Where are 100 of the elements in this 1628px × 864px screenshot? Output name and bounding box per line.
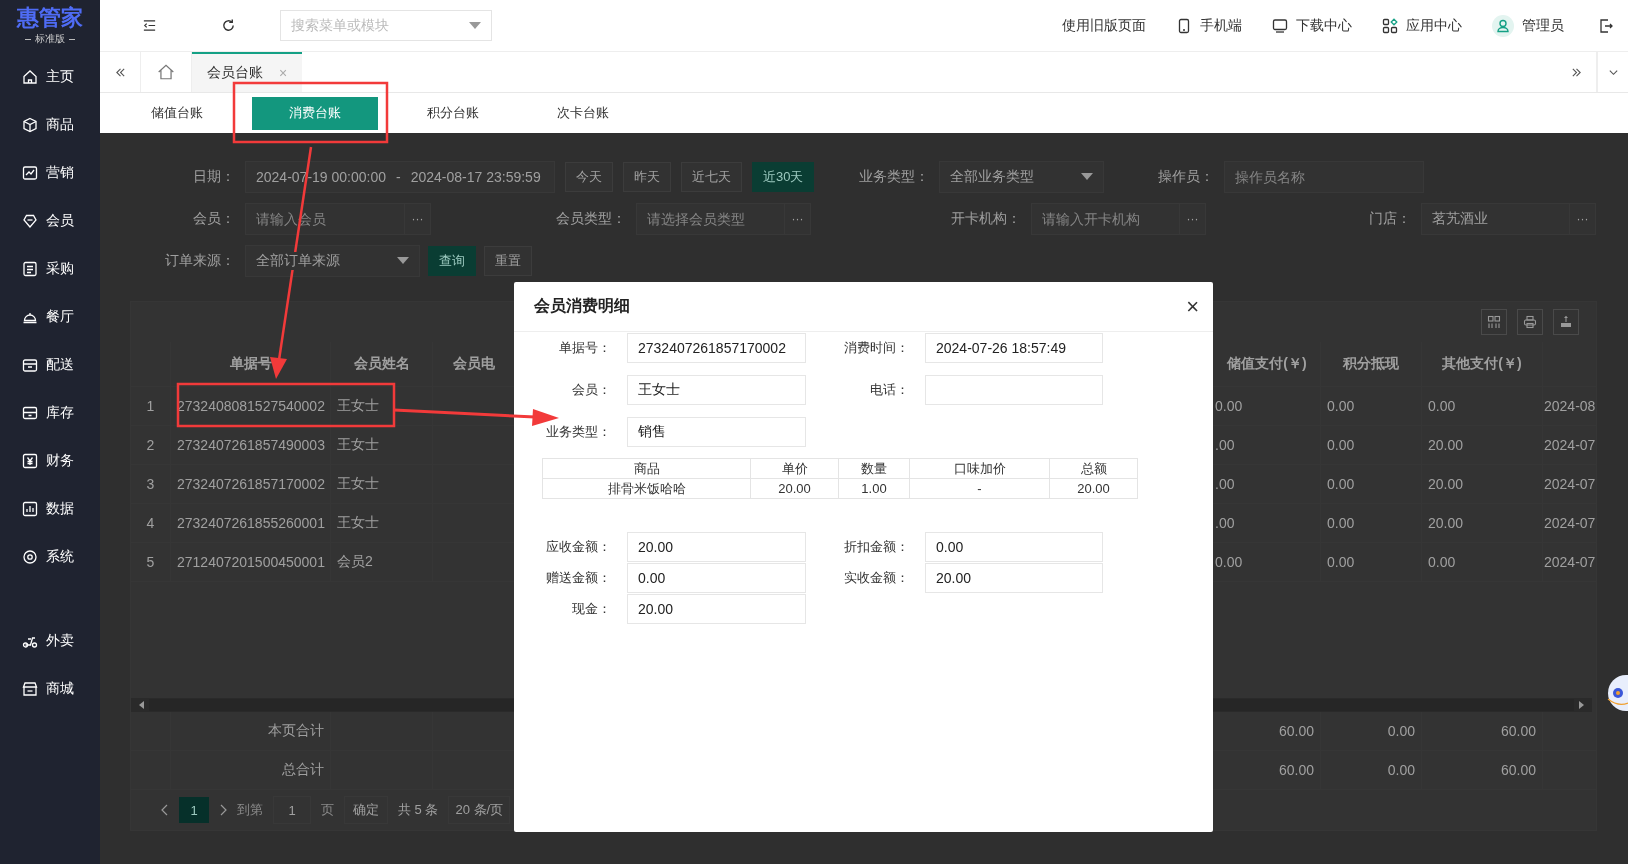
sidebar-item[interactable]: 会员 [0,197,100,245]
order-source-select[interactable]: 全部订单来源 [245,245,420,277]
detail-field[interactable]: 2024-07-26 18:57:49 [925,333,1103,363]
print-button[interactable] [1517,309,1543,335]
amount-field[interactable]: 20.00 [627,532,806,562]
sidebar-item[interactable]: 主页 [0,53,100,101]
table-cell-text: 2024-07 [1543,514,1596,533]
scroll-left-icon [139,701,145,709]
sidebar-item[interactable]: 商城 [0,665,100,713]
table-cell: 60.00 [1422,712,1543,750]
total-label: 总合计 [171,751,331,789]
next-page-icon[interactable] [219,804,227,816]
sub-tab[interactable]: 储值台账 [122,96,232,130]
detail-field[interactable]: 2732407261857170002 [627,333,806,363]
previous-page-icon[interactable] [161,804,169,816]
sub-tab[interactable]: 次卡台账 [528,96,638,130]
columns-button[interactable] [1481,309,1507,335]
sub-tab[interactable]: 积分台账 [398,96,508,130]
lookup-field[interactable]: 请选择会员类型 [636,203,785,235]
sidebar-item[interactable]: 商品 [0,101,100,149]
table-cell: 20.00 [1422,465,1543,503]
caret-icon [1081,173,1094,181]
table-cell: .00 [1214,426,1321,464]
more-button[interactable]: ··· [1180,203,1206,235]
amount-field[interactable]: 20.00 [627,594,806,624]
sidebar-item[interactable]: 系统 [0,533,100,581]
home-icon [22,69,38,85]
top-link[interactable]: 下载中心 [1272,16,1352,35]
column-header: 其他支付(￥) [1422,342,1543,386]
top-link[interactable]: 使用旧版页面 [1062,16,1146,35]
sidebar-item[interactable]: 外卖 [0,617,100,665]
table-cell: 0.00 [1214,543,1321,581]
page-input[interactable]: 1 [273,796,311,824]
quick-range-button[interactable]: 近七天 [681,162,742,192]
dialog-title: 会员消费明细 [534,296,630,316]
detail-field[interactable]: 王女士 [627,375,806,405]
reset-button[interactable]: 重置 [484,246,532,276]
table-cell: 20.00 [751,479,839,498]
table-cell: 会员2 [331,543,433,581]
query-button[interactable]: 查询 [428,246,476,276]
page-number[interactable]: 1 [179,797,209,823]
column-header: 总额 [1079,459,1108,478]
table-cell: .00 [1214,504,1321,542]
box-icon [22,357,38,373]
logo: 惠管家 [17,6,83,30]
page-size-select[interactable]: 20 条/页 [448,796,511,824]
quick-range-button[interactable]: 昨天 [623,162,671,192]
phone-icon [1176,17,1192,34]
quick-range-button[interactable]: 今天 [565,162,613,192]
lookup-field[interactable]: 请输入开卡机构 [1031,203,1180,235]
business-type-select[interactable]: 全部业务类型 [939,161,1105,193]
row-number: 4 [131,504,171,542]
table-cell-text: 20.00 [1076,480,1111,498]
field-label: 单据号： [558,339,611,357]
top-link[interactable]: 手机端 [1176,16,1242,35]
sidebar-item[interactable]: 采购 [0,245,100,293]
row-number: 5 [131,543,171,581]
sidebar-item[interactable]: 财务 [0,437,100,485]
table-cell: 0.00 [1321,751,1422,789]
sidebar-item[interactable]: 数据 [0,485,100,533]
sidebar-item[interactable]: 配送 [0,341,100,389]
field-label: 门店： [1368,210,1412,228]
table-cell: 1.00 [839,479,910,498]
amount-field[interactable]: 0.00 [627,563,806,593]
table-cell: 0.00 [1214,387,1321,425]
field-label: 日期： [192,168,236,186]
page-unit: 页 [321,801,334,819]
operator-field[interactable]: 操作员名称 [1224,161,1425,193]
lookup-field[interactable]: 茗艽酒业 [1421,203,1570,235]
sub-tab[interactable]: 消费台账 [252,96,378,130]
amount-field[interactable]: 0.00 [925,532,1103,562]
field-label: 会员： [192,210,236,228]
column-header: 口味加价 [910,459,1050,478]
detail-field[interactable] [925,375,1103,405]
sidebar-item[interactable]: 库存 [0,389,100,437]
top-link[interactable]: 应用中心 [1382,16,1462,35]
store-icon [22,681,38,697]
user-menu[interactable]: 管理员 [1492,14,1564,37]
quick-range-button[interactable]: 近30天 [752,162,815,192]
table-cell: 2732407261857490003 [171,426,331,464]
menu-icon[interactable] [142,18,157,33]
field-label: 实收金额： [843,569,909,587]
logout-icon[interactable] [1598,17,1614,34]
table-cell: 2732407261857170002 [171,465,331,503]
table-cell-text: 2024-08 [1543,397,1596,416]
table-cell: 0.00 [1321,465,1422,503]
page-tab[interactable]: 会员台账 × [192,52,302,92]
confirm-button[interactable]: 确定 [344,796,388,824]
sidebar-item[interactable]: 营销 [0,149,100,197]
table-cell: 60.00 [1214,751,1321,789]
more-button[interactable]: ··· [1570,203,1596,235]
amount-field[interactable]: 20.00 [925,563,1103,593]
detail-field[interactable]: 销售 [627,417,806,447]
more-button[interactable]: ··· [785,203,811,235]
refresh-icon[interactable] [221,18,236,33]
close-button[interactable]: × [1186,295,1199,318]
export-button[interactable] [1553,309,1579,335]
sidebar-item[interactable]: 餐厅 [0,293,100,341]
field-label: 开卡机构： [950,210,1022,228]
more-button[interactable]: ··· [405,203,431,235]
